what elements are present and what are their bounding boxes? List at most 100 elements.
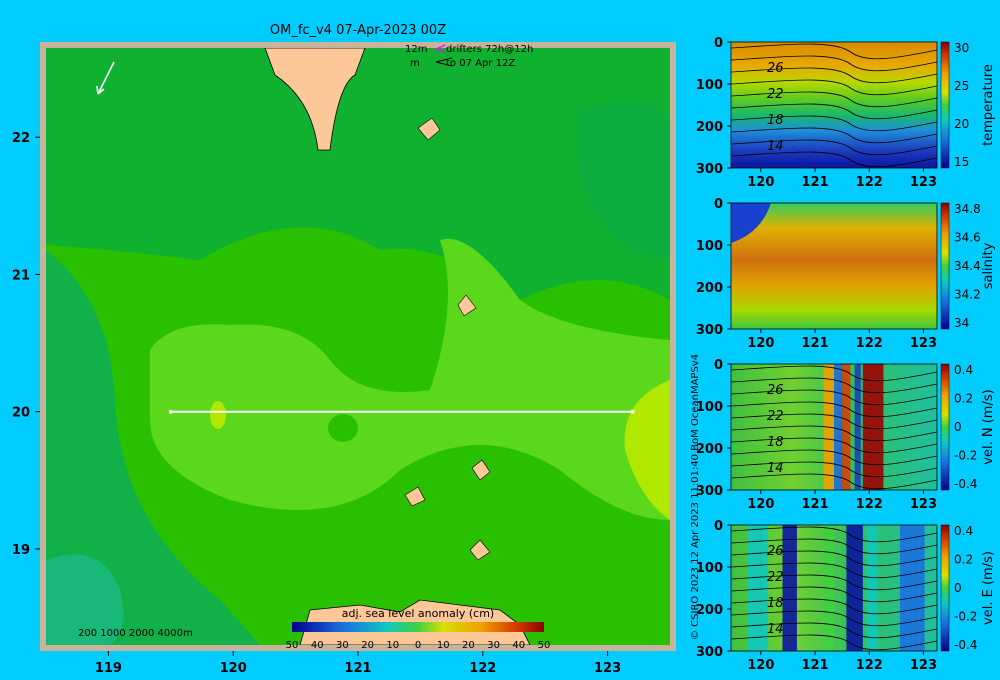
map-colorbar-tick: 20: [462, 640, 475, 651]
panel-xtick-label: 120: [747, 336, 774, 351]
contour-label: 14: [767, 622, 784, 637]
panel-xtick-label: 120: [747, 497, 774, 512]
map-eddy-patch: [328, 414, 358, 442]
velocity-band: [866, 525, 878, 651]
contour-label: 26: [767, 61, 784, 76]
panel-colorbar: [940, 41, 950, 169]
velocity-band: [862, 364, 884, 490]
panel-colorbar-label: salinity: [981, 242, 996, 289]
map-ytick-label: 19: [12, 543, 30, 558]
map-xtick-label: 121: [344, 661, 371, 676]
chart-title: OM_fc_v4 07-Apr-2023 00Z: [270, 23, 446, 38]
map-ytick-label: 21: [12, 268, 30, 283]
panel-colorbar-tick: 0: [954, 420, 962, 434]
map-colorbar-tick: 40: [512, 640, 525, 651]
map-colorbar-tick: 30: [487, 640, 500, 651]
panel-colorbar: [940, 524, 950, 652]
map-colorbar: [292, 622, 544, 632]
panel-xtick-label: 121: [801, 497, 828, 512]
legend-to: to 07 Apr 12Z: [446, 58, 515, 69]
depth-legend: 200 1000 2000 4000m: [78, 628, 193, 639]
section-endpoint: [168, 409, 173, 414]
map-ytick-label: 20: [12, 406, 30, 421]
panel-ytick-label: 0: [714, 36, 723, 51]
contour-label: 22: [767, 409, 784, 424]
panel-colorbar-tick: 15: [954, 155, 969, 169]
panel-colorbar-tick: 34: [954, 316, 969, 330]
panel-colorbar-tick: -0.4: [954, 638, 977, 652]
contour-label: 22: [767, 570, 784, 585]
panel-colorbar-tick: 0.4: [954, 363, 973, 377]
panel-colorbar-tick: 34.4: [954, 259, 981, 273]
section-endpoint: [630, 409, 635, 414]
map-colorbar-tick: 0: [415, 640, 421, 651]
contour-label: 14: [767, 139, 784, 154]
contour-label: 18: [767, 113, 784, 128]
legend-m: m: [410, 58, 420, 69]
panel-xtick-label: 122: [856, 336, 883, 351]
panel-colorbar-tick: -0.4: [954, 477, 977, 491]
panel-colorbar-label: temperature: [981, 64, 996, 146]
panel-ytick-label: 200: [696, 120, 723, 135]
panel-colorbar-tick: 30: [954, 41, 969, 55]
panel-xtick-label: 123: [910, 497, 937, 512]
legend-scale: 12m: [405, 44, 427, 55]
panel-ytick-label: 300: [696, 323, 723, 338]
contour-label: 22: [767, 87, 784, 102]
panel-xtick-label: 123: [910, 658, 937, 673]
panel-colorbar-tick: 20: [954, 117, 969, 131]
map-ytick-label: 22: [12, 131, 30, 146]
panel-colorbar-label: vel. N (m/s): [981, 389, 996, 464]
panel-xtick-label: 120: [747, 175, 774, 190]
panel-colorbar-tick: 34.2: [954, 288, 981, 302]
panel-colorbar-tick: 34.8: [954, 202, 981, 216]
contour-label: 26: [767, 544, 784, 559]
panel-colorbar-tick: -0.2: [954, 610, 977, 624]
panel-field: [731, 42, 937, 168]
velocity-band: [747, 525, 769, 651]
panel-ytick-label: 100: [696, 239, 723, 254]
panel-colorbar: [940, 202, 950, 330]
map-eddy-small: [210, 401, 226, 429]
figure: 119 120 121 122 12319202122 50 40 30 20 10 0 10 20 3…: [12, 23, 996, 676]
panel-xtick-label: 122: [856, 175, 883, 190]
map-xtick-label: 122: [469, 661, 496, 676]
panel-xtick-label: 121: [801, 658, 828, 673]
panel-xtick-label: 121: [801, 175, 828, 190]
section-panel-temperature: 26 22 18 14 0 100 200 300 120 121 122 123 30 25 20 15 te…: [696, 36, 996, 190]
panel-ytick-label: 300: [696, 645, 723, 660]
panel-xtick-label: 123: [910, 175, 937, 190]
contour-label: 18: [767, 596, 784, 611]
velocity-band: [834, 364, 843, 490]
map-xtick-label: 119: [95, 661, 122, 676]
section-panel-salinity: 0 100 200 300 120 121 122 123 34.8 34.6 34.4 34.2 34…: [696, 197, 996, 351]
panel-ytick-label: 0: [714, 197, 723, 212]
velocity-band: [854, 364, 861, 490]
map-colorbar-label: adj. sea level anomaly (cm): [342, 607, 494, 620]
sea-level-map: 119 120 121 122 123 19 20 21 22 50 40 30 20 10 0 10 20 3…: [12, 42, 676, 676]
map-colorbar-tick: 30: [336, 640, 349, 651]
panel-field: [731, 203, 937, 329]
panel-colorbar: [940, 363, 950, 491]
panel-colorbar-tick: 34.6: [954, 231, 981, 245]
contour-label: 18: [767, 435, 784, 450]
map-xtick-label: 120: [220, 661, 247, 676]
map-colorbar-tick: 50: [538, 640, 551, 651]
map-colorbar-tick: 50: [286, 640, 299, 651]
panel-colorbar-tick: -0.2: [954, 449, 977, 463]
map-colorbar-tick: 20: [361, 640, 374, 651]
panel-xtick-label: 120: [747, 658, 774, 673]
panel-xtick-label: 123: [910, 336, 937, 351]
panel-xtick-label: 122: [856, 497, 883, 512]
contour-label: 26: [767, 383, 784, 398]
panel-xtick-label: 122: [856, 658, 883, 673]
map-xtick-label: 123: [594, 661, 621, 676]
panel-ytick-label: 100: [696, 78, 723, 93]
section-panels: 26 22 18 14 0 100 200 300 120 121 122 123 30 25 20 15 te…: [696, 36, 996, 673]
map-colorbar-tick: 10: [437, 640, 450, 651]
panel-ytick-label: 200: [696, 281, 723, 296]
map-colorbar-tick: 10: [386, 640, 399, 651]
panel-ytick-label: 0: [714, 358, 723, 373]
legend-drifters: drifters 72h@12h: [446, 44, 533, 55]
panel-colorbar-tick: 25: [954, 79, 969, 93]
